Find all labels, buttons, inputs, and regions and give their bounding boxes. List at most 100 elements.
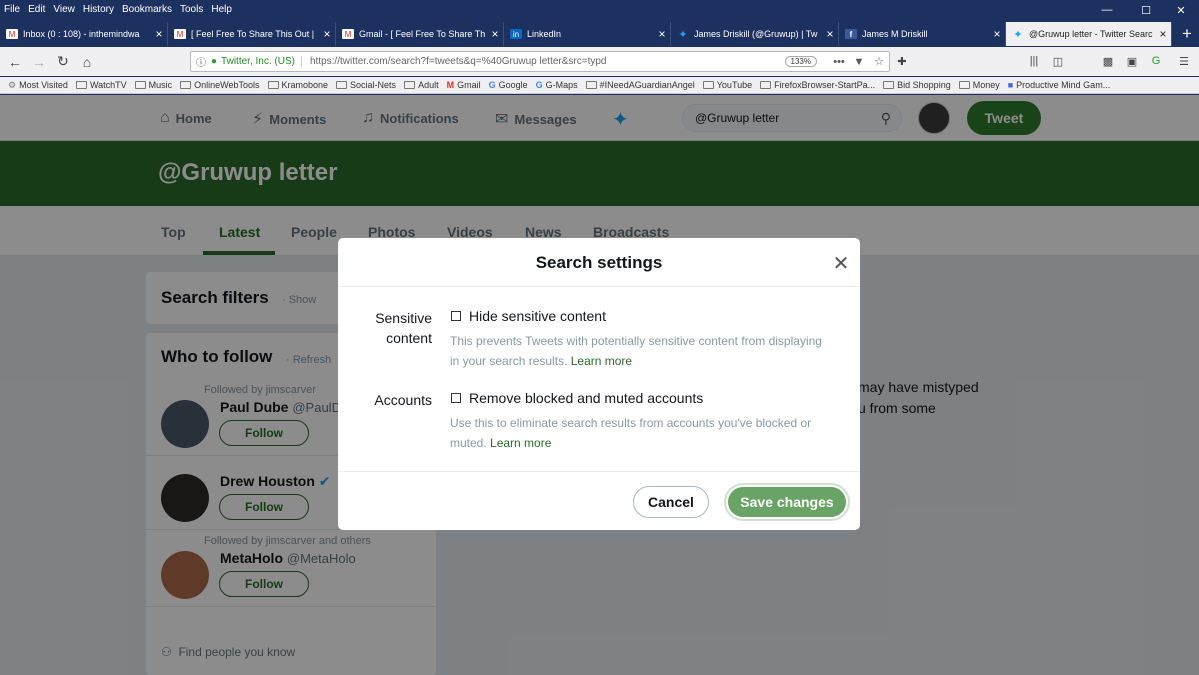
hide-sensitive-checkbox[interactable] <box>451 311 461 321</box>
browser-tab[interactable]: M Gmail - [ Feel Free To Share Th × <box>336 22 504 46</box>
folder-icon <box>267 81 279 89</box>
close-icon[interactable]: ✕ <box>831 251 851 276</box>
browser-tab[interactable]: in LinkedIn × <box>504 22 671 46</box>
site-identity[interactable]: Twitter, Inc. (US) <box>221 56 302 67</box>
bookmark-folder[interactable]: Money <box>958 80 1000 90</box>
folder-icon <box>702 81 714 89</box>
menu-file[interactable]: File <box>4 4 20 15</box>
bookmark-item[interactable]: G G-Maps <box>536 80 578 90</box>
folder-icon <box>585 81 597 89</box>
home-icon[interactable]: ⌂ <box>76 51 98 73</box>
bookmark-item[interactable]: G Google <box>489 80 528 90</box>
tab-label: James M Driskill <box>862 29 928 39</box>
close-icon[interactable]: × <box>989 27 1005 41</box>
folder-icon <box>134 81 146 89</box>
folder-icon <box>75 81 87 89</box>
close-icon[interactable]: × <box>654 27 670 41</box>
tab-label: James Driskill (@Gruwup) | Tw <box>694 29 818 39</box>
url-text[interactable]: https://twitter.com/search?f=tweets&q=%4… <box>310 56 785 67</box>
close-icon[interactable]: × <box>487 27 503 41</box>
bookmark-folder[interactable]: Bid Shopping <box>883 80 951 90</box>
bookmark-folder[interactable]: Music <box>134 80 172 90</box>
tab-label: Inbox (0 : 108) - inthemindwa <box>23 29 140 39</box>
gmail-icon: M <box>6 29 18 39</box>
hamburger-menu-icon[interactable]: ☰ <box>1176 54 1192 68</box>
bookmark-folder[interactable]: OnlineWebTools <box>180 80 260 90</box>
save-changes-button[interactable]: Save changes <box>724 483 850 521</box>
folder-icon <box>404 81 416 89</box>
qr-icon[interactable]: ▩ <box>1100 54 1116 68</box>
tab-label: [ Feel Free To Share This Out | <box>191 29 315 39</box>
zoom-indicator[interactable]: 133% <box>784 56 817 67</box>
back-icon[interactable]: ← <box>4 51 26 73</box>
twitter-icon: ✦ <box>678 28 688 41</box>
lock-icon: ● <box>211 56 218 67</box>
linkedin-icon: in <box>510 29 522 39</box>
menu-edit[interactable]: Edit <box>28 4 45 15</box>
bookmark-folder[interactable]: FirefoxBrowser-StartPa... <box>760 80 875 90</box>
sensitive-description: This prevents Tweets with potentially se… <box>450 334 822 368</box>
bookmark-item[interactable]: ⚙ Most Visited <box>8 80 68 91</box>
library-icon[interactable]: ||| <box>1026 54 1042 68</box>
gmail-icon: M <box>446 80 455 90</box>
tab-bar: M Inbox (0 : 108) - inthemindwa × M [ Fe… <box>0 22 1199 46</box>
info-icon[interactable]: ⓘ <box>194 54 208 69</box>
cancel-button[interactable]: Cancel <box>633 486 709 518</box>
bookmark-item[interactable]: M Gmail <box>447 80 481 90</box>
bookmark-folder[interactable]: #INeedAGuardianAngel <box>585 80 695 90</box>
bookmark-folder[interactable]: YouTube <box>702 80 752 90</box>
folder-icon <box>180 81 192 89</box>
bookmark-folder[interactable]: Kramobone <box>267 80 328 90</box>
folder-icon <box>883 81 895 89</box>
tab-label: LinkedIn <box>527 29 562 39</box>
remove-blocked-checkbox[interactable] <box>451 393 461 403</box>
maximize-icon[interactable]: ☐ <box>1127 0 1165 20</box>
google-icon: G <box>488 80 496 90</box>
menu-bar: File Edit View History Bookmarks Tools H… <box>0 0 1199 18</box>
bookmark-folder[interactable]: Adult <box>404 80 439 90</box>
search-settings-dialog: Search settings ✕ Sensitive content Hide… <box>338 238 860 530</box>
menu-view[interactable]: View <box>53 4 75 15</box>
browser-tab[interactable]: f James M Driskill × <box>839 22 1006 46</box>
bookmark-folder[interactable]: Social-Nets <box>336 80 396 90</box>
app-icon: ■ <box>1007 80 1014 90</box>
close-icon[interactable]: × <box>151 27 167 41</box>
bookmark-folder[interactable]: WatchTV <box>75 80 127 90</box>
menu-help[interactable]: Help <box>211 4 232 15</box>
extension-icon[interactable]: ✚ <box>894 54 910 68</box>
reload-icon[interactable]: ↻ <box>52 51 74 73</box>
browser-tab-active[interactable]: ✦ @Gruwup letter - Twitter Searc × <box>1006 22 1172 46</box>
bookmark-item[interactable]: ■ Productive Mind Gam... <box>1008 80 1110 90</box>
twitter-icon: ✦ <box>1013 28 1023 41</box>
close-icon[interactable]: × <box>319 27 335 41</box>
menu-history[interactable]: History <box>83 4 114 15</box>
screen-icon[interactable]: ▣ <box>1124 54 1140 68</box>
accounts-description: Use this to eliminate search results fro… <box>450 416 812 450</box>
browser-tab[interactable]: ✦ James Driskill (@Gruwup) | Tw × <box>671 22 839 46</box>
menu-tools[interactable]: Tools <box>180 4 203 15</box>
bookmark-star-icon[interactable]: ☆ <box>869 55 889 68</box>
window-close-icon[interactable]: ✕ <box>1162 0 1199 20</box>
menu-bookmarks[interactable]: Bookmarks <box>122 4 172 15</box>
remove-blocked-label[interactable]: Remove blocked and muted accounts <box>469 390 703 406</box>
pocket-icon[interactable]: ▼ <box>849 56 869 68</box>
page-actions-icon[interactable]: ••• <box>829 56 849 68</box>
hide-sensitive-label[interactable]: Hide sensitive content <box>469 308 606 324</box>
browser-tab[interactable]: M Inbox (0 : 108) - inthemindwa × <box>0 22 168 46</box>
google-icon: G <box>535 80 543 90</box>
close-icon[interactable]: × <box>822 27 838 41</box>
learn-more-link[interactable]: Learn more <box>490 436 551 450</box>
url-bar[interactable]: ⓘ ● Twitter, Inc. (US) https://twitter.c… <box>190 51 890 72</box>
grammarly-icon[interactable]: G <box>1148 54 1164 68</box>
learn-more-link[interactable]: Learn more <box>571 354 632 368</box>
sidebar-icon[interactable]: ◫ <box>1050 54 1066 68</box>
minimize-icon[interactable]: — <box>1088 0 1126 20</box>
folder-icon <box>760 81 772 89</box>
divider <box>338 286 860 287</box>
dialog-title: Search settings <box>535 253 663 272</box>
forward-icon[interactable]: → <box>28 51 50 73</box>
folder-icon <box>958 81 970 89</box>
close-icon[interactable]: × <box>1155 27 1171 41</box>
browser-tab[interactable]: M [ Feel Free To Share This Out | × <box>168 22 336 46</box>
new-tab-icon[interactable]: + <box>1176 22 1198 46</box>
